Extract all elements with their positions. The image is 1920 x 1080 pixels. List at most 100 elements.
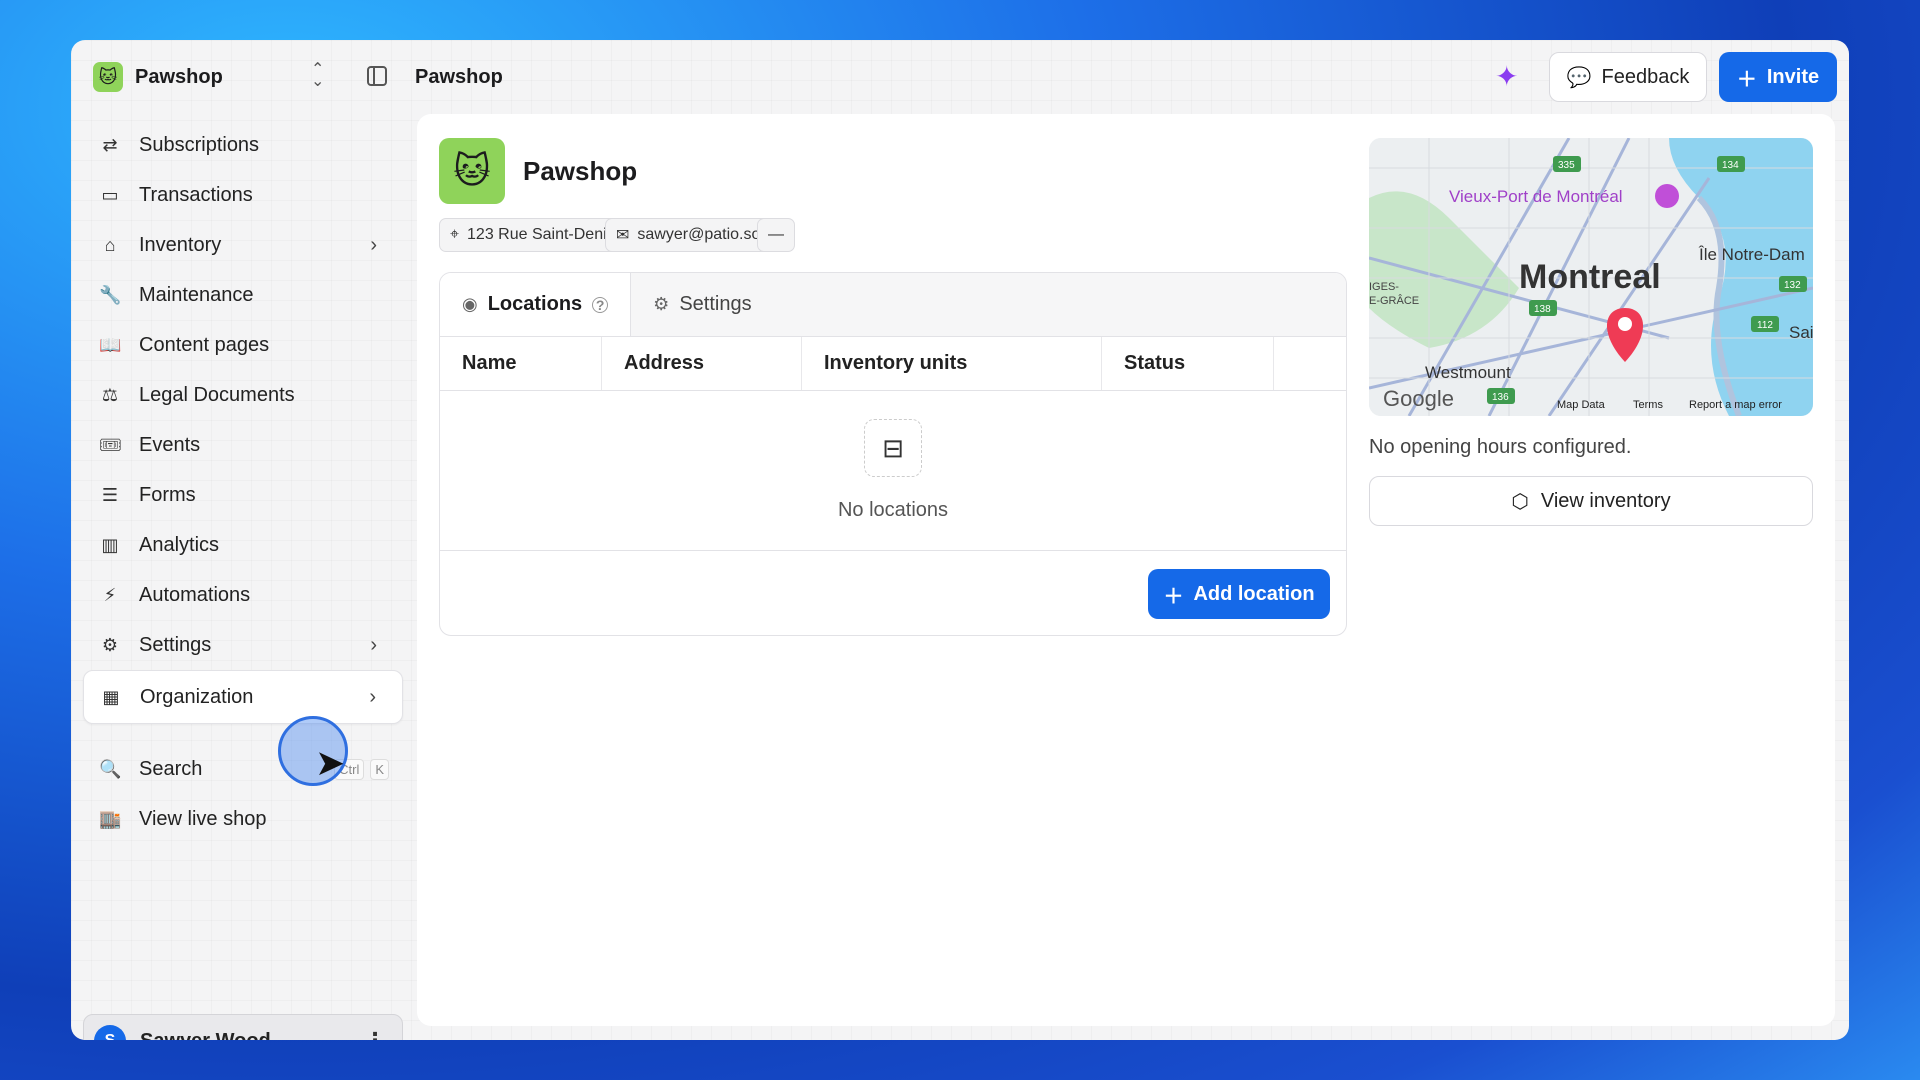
app-window: 🐱 Pawshop ⌃ ⌄ Pawshop ✦ 💬 Feedback ＋ Invi… — [71, 40, 1849, 1040]
email-chip[interactable]: ✉ sawyer@patio.so — [605, 218, 772, 252]
main-panel: 🐱 Pawshop ⌖ 123 Rue Saint-Denis ✉ sawyer… — [417, 114, 1835, 1026]
tab-label: Settings — [679, 293, 752, 315]
view-inventory-label: View inventory — [1540, 489, 1671, 512]
view-inventory-button[interactable]: ⬡ View inventory — [1369, 476, 1813, 526]
location-icon: ◉ — [462, 294, 478, 314]
tab-bar: ◉ Locations ? ⚙ Settings — [440, 273, 1346, 337]
column-header[interactable]: Address — [602, 337, 802, 390]
empty-state: ⊟ No locations — [440, 391, 1346, 551]
highway-shield: 134 — [1722, 160, 1739, 171]
tab-label: Locations — [487, 293, 583, 315]
map-city-label: Montreal — [1519, 258, 1661, 296]
chevron-right-icon: › — [369, 685, 376, 708]
search-item[interactable]: 🔍 Search Ctrl K — [83, 742, 403, 796]
map-brand: Google — [1383, 386, 1454, 411]
map-label: Sai — [1789, 323, 1813, 342]
shop-name: Pawshop — [135, 65, 223, 88]
sidebar-item-organization[interactable]: ▦ Organization › — [83, 670, 403, 724]
plus-icon: ＋ — [1736, 68, 1757, 91]
table-header: Name Address Inventory units Status — [440, 337, 1346, 391]
more-vertical-icon[interactable]: ⋮ — [364, 1028, 386, 1040]
storefront-icon: 🏬 — [99, 808, 122, 829]
building-icon: ▦ — [102, 686, 120, 707]
sidebar-item-content-pages[interactable]: 📖 Content pages — [83, 318, 403, 372]
invite-button[interactable]: ＋ Invite — [1719, 52, 1837, 102]
sidebar-item-subscriptions[interactable]: ⇄ Subscriptions — [83, 118, 403, 172]
sidebar-item-maintenance[interactable]: 🔧 Maintenance — [83, 268, 403, 322]
sidebar-item-label: Events — [139, 433, 201, 456]
wrench-icon: 🔧 — [99, 284, 122, 305]
ticket-icon: 🎟 — [99, 434, 122, 455]
sparkle-icon[interactable]: ✦ — [1495, 60, 1518, 93]
address-chip[interactable]: ⌖ 123 Rue Saint-Denis — [439, 218, 626, 252]
bar-chart-icon: ▥ — [101, 534, 119, 555]
chevron-updown-icon[interactable]: ⌃ ⌄ — [311, 62, 324, 90]
sidebar-item-analytics[interactable]: ▥ Analytics — [83, 518, 403, 572]
column-header[interactable]: Inventory units — [802, 337, 1102, 390]
column-header[interactable]: Status — [1102, 337, 1274, 390]
page-title: Pawshop — [523, 156, 638, 186]
view-live-label: View live shop — [139, 807, 267, 830]
scale-icon: ⚖ — [101, 384, 119, 405]
phone-chip[interactable]: — — [757, 218, 795, 252]
shop-logo-icon: 🐱 — [439, 138, 505, 204]
map-footer-link[interactable]: Map Data — [1557, 399, 1606, 411]
map-label: Île Notre-Dam — [1698, 245, 1805, 264]
sidebar-item-events[interactable]: 🎟 Events — [83, 418, 403, 472]
bolt-icon: ⚡ — [103, 584, 117, 605]
sidebar-item-label: Analytics — [139, 533, 220, 556]
help-icon[interactable]: ? — [592, 296, 609, 313]
book-icon: 📖 — [99, 334, 122, 355]
sidebar-item-transactions[interactable]: ▭ Transactions — [83, 168, 403, 222]
mouse-cursor-icon: ➤ — [315, 742, 346, 783]
highway-shield: 136 — [1492, 392, 1509, 403]
column-header[interactable]: Name — [440, 337, 602, 390]
address-text: 123 Rue Saint-Denis — [467, 226, 615, 243]
map[interactable]: Vieux-Port de Montréal Montreal Île Notr… — [1369, 138, 1813, 416]
highway-shield: 132 — [1784, 280, 1801, 291]
sidebar-item-label: Inventory — [139, 233, 222, 256]
inbox-icon: ⊟ — [864, 419, 922, 477]
sidebar-item-label: Maintenance — [139, 283, 254, 306]
map-label: Vieux-Port de Montréal — [1449, 187, 1623, 206]
add-location-label: Add location — [1193, 582, 1315, 605]
email-text: sawyer@patio.so — [637, 226, 761, 243]
empty-text: No locations — [837, 499, 949, 521]
map-canvas[interactable]: Vieux-Port de Montréal Montreal Île Notr… — [1369, 138, 1813, 416]
view-live-shop-item[interactable]: 🏬 View live shop — [83, 792, 403, 846]
sidebar-item-settings[interactable]: ⚙ Settings › — [83, 618, 403, 672]
avatar: S — [94, 1025, 126, 1040]
top-bar: 🐱 Pawshop ⌃ ⌄ Pawshop ✦ 💬 Feedback ＋ Invi… — [71, 40, 1849, 114]
map-footer-link[interactable]: Terms — [1633, 399, 1663, 411]
map-footer-link[interactable]: Report a map error — [1689, 399, 1782, 411]
sidebar-item-label: Legal Documents — [139, 383, 295, 406]
sidebar-item-label: Content pages — [139, 333, 270, 356]
sidebar-item-label: Automations — [139, 583, 251, 606]
sidebar-item-label: Subscriptions — [139, 133, 260, 156]
shop-switcher[interactable]: 🐱 Pawshop — [93, 62, 223, 92]
sidebar-item-label: Settings — [139, 633, 212, 656]
tab-settings[interactable]: ⚙ Settings — [631, 273, 773, 336]
sidebar-item-forms[interactable]: ☰ Forms — [83, 468, 403, 522]
opening-hours-text: No opening hours configured. — [1369, 436, 1632, 458]
repeat-icon: ⇄ — [102, 134, 118, 155]
tab-locations[interactable]: ◉ Locations ? — [440, 273, 632, 336]
search-label: Search — [139, 757, 203, 780]
user-menu[interactable]: S Sawyer Wood ⋮ — [83, 1014, 403, 1040]
map-label: IGES- — [1369, 281, 1399, 293]
chevron-right-icon: › — [370, 233, 377, 256]
tag-icon: ⌂ — [104, 234, 116, 255]
locations-card: ◉ Locations ? ⚙ Settings Name Address In… — [439, 272, 1347, 636]
search-icon: 🔍 — [99, 758, 122, 779]
sidebar-item-label: Forms — [139, 483, 196, 506]
gear-icon: ⚙ — [101, 634, 119, 655]
sidebar-item-inventory[interactable]: ⌂ Inventory › — [83, 218, 403, 272]
add-location-button[interactable]: ＋ Add location — [1148, 569, 1330, 619]
highway-shield: 335 — [1558, 160, 1575, 171]
sidebar-toggle-icon[interactable] — [367, 66, 387, 86]
highway-shield: 138 — [1534, 304, 1551, 315]
feedback-button[interactable]: 💬 Feedback — [1549, 52, 1707, 102]
sidebar-item-automations[interactable]: ⚡ Automations — [83, 568, 403, 622]
sidebar-item-legal-documents[interactable]: ⚖ Legal Documents — [83, 368, 403, 422]
sidebar-item-label: Organization — [140, 685, 254, 708]
